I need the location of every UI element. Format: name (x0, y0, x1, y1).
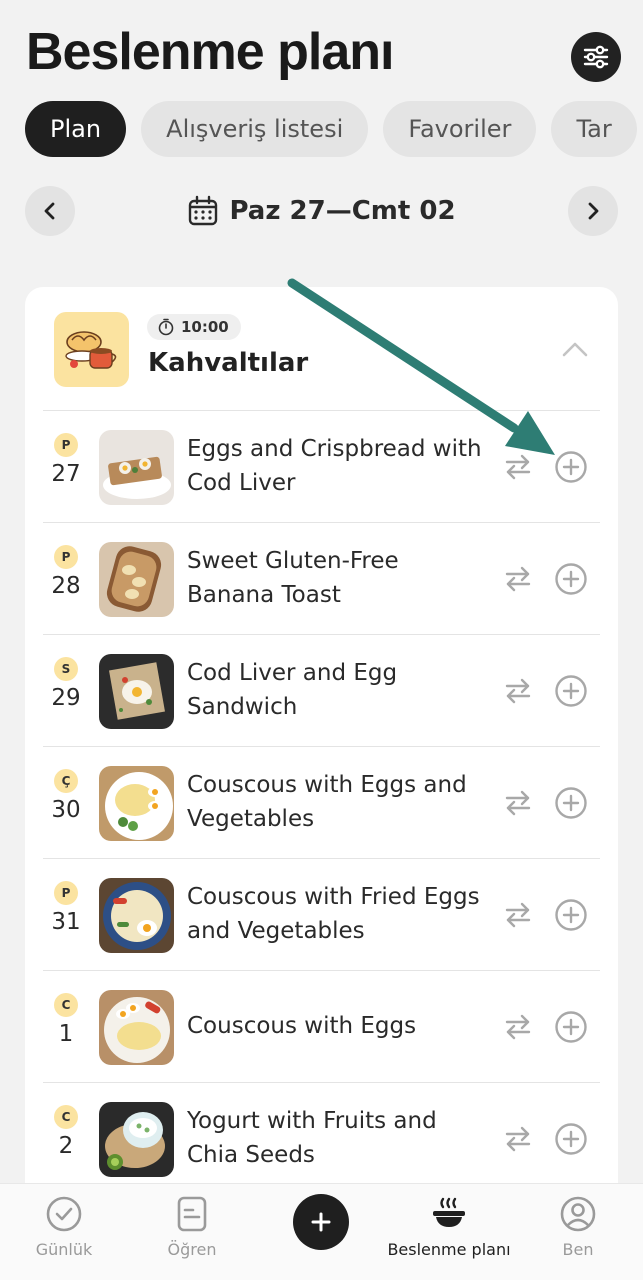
filter-button[interactable] (571, 32, 621, 82)
add-circle-icon[interactable] (554, 786, 588, 820)
meal-time: 10:00 (181, 318, 229, 336)
nav-label: Ben (562, 1240, 594, 1259)
swap-icon[interactable] (503, 452, 533, 482)
recipe-thumbnail[interactable] (99, 878, 174, 953)
week-navigator: Paz 27—Cmt 02 (25, 186, 618, 236)
add-circle-icon[interactable] (554, 562, 588, 596)
nav-label: Beslenme planı (387, 1240, 511, 1259)
meal-time-badge: 10:00 (147, 314, 241, 340)
header: Beslenme planı (0, 0, 643, 90)
swap-icon[interactable] (503, 1124, 533, 1154)
day-number: 2 (58, 1133, 74, 1159)
recipe-thumbnail[interactable] (99, 1102, 174, 1177)
meal-header[interactable]: 10:00 Kahvaltılar (25, 287, 618, 411)
recipe-row[interactable]: P 28 Sweet Gluten-Free Banana Toast (25, 523, 618, 635)
recipe-thumbnail[interactable] (99, 654, 174, 729)
recipe-thumbnail[interactable] (99, 542, 174, 617)
food-bowl-icon (433, 1197, 465, 1227)
bottom-nav: Günlük Öğren Beslenme planı Ben (0, 1183, 643, 1280)
add-circle-icon[interactable] (554, 1010, 588, 1044)
add-circle-icon[interactable] (554, 450, 588, 484)
day-indicator: C 2 (47, 1105, 85, 1159)
week-range[interactable]: Paz 27—Cmt 02 (25, 186, 618, 236)
recipe-thumbnail[interactable] (99, 430, 174, 505)
day-number: 30 (51, 797, 81, 823)
day-number: 28 (51, 573, 81, 599)
recipe-thumbnail[interactable] (99, 990, 174, 1065)
calendar-icon (189, 195, 218, 226)
swap-icon[interactable] (503, 564, 533, 594)
add-circle-icon[interactable] (554, 674, 588, 708)
recipe-name[interactable]: Couscous with Eggs (187, 1009, 487, 1043)
day-number: 29 (51, 685, 81, 711)
nav-item-learn[interactable]: Öğren (152, 1184, 232, 1280)
day-letter-badge: P (54, 881, 78, 905)
day-letter-badge: C (54, 993, 78, 1017)
recipe-row[interactable]: P 31 Couscous with Fried Eggs and Vegeta… (25, 859, 618, 971)
recipe-row[interactable]: S 29 Cod Liver and Egg Sandwich (25, 635, 618, 747)
nav-label: Günlük (35, 1240, 93, 1259)
chevron-up-icon[interactable] (560, 339, 590, 359)
swap-icon[interactable] (503, 900, 533, 930)
nav-label: Öğren (167, 1240, 217, 1259)
day-indicator: P 28 (47, 545, 85, 599)
day-indicator: Ç 30 (47, 769, 85, 823)
recipe-name[interactable]: Couscous with Eggs and Vegetables (187, 768, 487, 836)
day-number: 27 (51, 461, 81, 487)
recipe-row[interactable]: Ç 30 Couscous with Eggs and Vegetables (25, 747, 618, 859)
recipe-name[interactable]: Couscous with Fried Eggs and Vegetables (187, 880, 487, 948)
meal-card: 10:00 Kahvaltılar P 27 Eggs and Crispbre… (25, 287, 618, 1280)
day-indicator: S 29 (47, 657, 85, 711)
week-range-label: Paz 27—Cmt 02 (229, 196, 456, 226)
chevron-right-icon (588, 202, 599, 220)
recipe-name[interactable]: Yogurt with Fruits and Chia Seeds (187, 1104, 487, 1172)
meal-title: Kahvaltılar (148, 348, 309, 378)
day-indicator: P 27 (47, 433, 85, 487)
add-circle-icon[interactable] (554, 1122, 588, 1156)
nav-item-profile[interactable]: Ben (538, 1184, 618, 1280)
day-indicator: C 1 (47, 993, 85, 1047)
plus-icon (311, 1212, 331, 1232)
swap-icon[interactable] (503, 788, 533, 818)
add-button[interactable] (293, 1194, 349, 1250)
day-letter-badge: P (54, 545, 78, 569)
page-title: Beslenme planı (26, 23, 394, 81)
recipe-name[interactable]: Cod Liver and Egg Sandwich (187, 656, 487, 724)
tab-shopping-list[interactable]: Alışveriş listesi (141, 101, 369, 157)
user-profile-icon (560, 1196, 596, 1232)
recipe-row[interactable]: P 27 Eggs and Crispbread with Cod Liver (25, 411, 618, 523)
breakfast-illustration (54, 312, 129, 387)
swap-icon[interactable] (503, 1012, 533, 1042)
prev-week-button[interactable] (25, 186, 75, 236)
day-letter-badge: C (54, 1105, 78, 1129)
tab-bar: Plan Alışveriş listesi Favoriler Tar (25, 101, 643, 157)
add-circle-icon[interactable] (554, 898, 588, 932)
nav-item-daily[interactable]: Günlük (24, 1184, 104, 1280)
tab-truncated[interactable]: Tar (551, 101, 637, 157)
stopwatch-icon (158, 318, 174, 336)
check-circle-icon (46, 1196, 82, 1232)
day-letter-badge: Ç (54, 769, 78, 793)
chevron-left-icon (44, 202, 55, 220)
recipe-name[interactable]: Eggs and Crispbread with Cod Liver (187, 432, 487, 500)
sliders-icon (583, 45, 609, 69)
recipe-name[interactable]: Sweet Gluten-Free Banana Toast (187, 544, 487, 612)
recipe-row[interactable]: C 2 Yogurt with Fruits and Chia Seeds (25, 1083, 618, 1195)
tab-plan[interactable]: Plan (25, 101, 127, 157)
recipe-thumbnail[interactable] (99, 766, 174, 841)
tab-favorites[interactable]: Favoriler (383, 101, 537, 157)
nav-item-meal-plan[interactable]: Beslenme planı (384, 1184, 514, 1280)
day-letter-badge: S (54, 657, 78, 681)
book-icon (177, 1196, 207, 1232)
day-number: 1 (58, 1021, 74, 1047)
next-week-button[interactable] (568, 186, 618, 236)
day-letter-badge: P (54, 433, 78, 457)
swap-icon[interactable] (503, 676, 533, 706)
recipe-row[interactable]: C 1 Couscous with Eggs (25, 971, 618, 1083)
day-indicator: P 31 (47, 881, 85, 935)
day-number: 31 (51, 909, 81, 935)
